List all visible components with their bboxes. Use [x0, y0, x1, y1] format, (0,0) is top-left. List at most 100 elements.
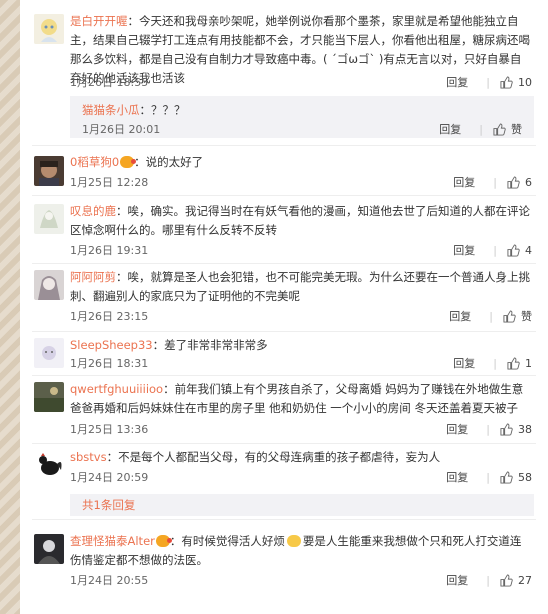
avatar[interactable] — [34, 156, 64, 186]
sub-reply-actions: 回复 | 赞 — [439, 121, 522, 137]
comment-item: SleepSheep33：差了非常非常非常多 1月26日 18:31 回复 | … — [20, 332, 548, 376]
thumbs-up-icon — [500, 75, 513, 89]
like-button[interactable]: 58 — [500, 471, 532, 484]
thumbs-up-icon — [507, 356, 520, 370]
comment-actions: 回复 | 赞 — [449, 308, 532, 324]
comment-time: 1月26日 18:31 — [70, 357, 149, 370]
like-count: 4 — [525, 243, 532, 257]
more-replies-link[interactable]: 共1条回复 — [82, 497, 135, 513]
comment-time: 1月26日 18:55 — [70, 76, 149, 89]
action-separator: | — [486, 422, 490, 436]
thumbs-up-icon — [507, 243, 520, 257]
thumbs-up-icon — [500, 573, 513, 587]
action-separator: | — [493, 356, 497, 370]
like-count: 38 — [518, 422, 532, 436]
comment-actions: 回复 | 10 — [446, 74, 532, 90]
comment-time: 1月26日 19:31 — [70, 244, 149, 257]
action-separator: | — [486, 470, 490, 484]
comment-body: 0稻草狗0 ：说的太好了 — [70, 153, 532, 172]
comment-time: 1月24日 20:59 — [70, 471, 149, 484]
comment-item: 阿阿阿剪：唉，就算是圣人也会犯错，也不可能完美无瑕。为什么还要在一个普通人身上挑… — [20, 264, 548, 332]
comment-text: ：唉，就算是圣人也会犯错，也不可能完美无瑕。为什么还要在一个普通人身上挑刺、翻遍… — [70, 270, 530, 303]
like-button[interactable]: 27 — [500, 574, 532, 587]
comment-actions: 回复 | 6 — [453, 174, 532, 190]
comment-username[interactable]: qwertfghuuiiiioo — [70, 382, 163, 396]
comment-list: 是白开开喔：今天还和我母亲吵架呢，她举例说你看那个墨茶，家里就是希望他能独立自主… — [20, 0, 548, 614]
avatar[interactable] — [34, 270, 64, 300]
action-separator: | — [486, 75, 490, 89]
sub-reply-button[interactable]: 回复 — [439, 121, 461, 137]
comment-item: 叹息的鹿：唉，确实。我记得当时在有妖气看他的漫画，知道他去世了后知道的人都在评论… — [20, 196, 548, 264]
like-button[interactable]: 赞 — [503, 308, 532, 324]
like-count: 10 — [518, 75, 532, 89]
avatar[interactable] — [34, 204, 64, 234]
comment-username[interactable]: sbstvs — [70, 450, 107, 464]
comment-username[interactable]: 查理怪猫泰Alter — [70, 534, 155, 548]
comment-time: 1月26日 23:15 — [70, 310, 149, 323]
comment-item: 查理怪猫泰Alter ：有时候觉得活人好烦 要是人生能重来我想做个只和死人打交道连伤… — [20, 520, 548, 614]
thumbs-up-icon — [500, 470, 513, 484]
vip-badge-icon — [120, 156, 137, 168]
action-separator: | — [479, 122, 483, 136]
reply-button[interactable]: 回复 — [453, 174, 475, 190]
comment-username[interactable]: 阿阿阿剪 — [70, 270, 116, 284]
comment-text: ：唉，确实。我记得当时在有妖气看他的漫画，知道他去世了后知道的人都在评论区悼念啊… — [70, 204, 530, 237]
comment-username[interactable]: 叹息的鹿 — [70, 204, 116, 218]
comment-actions: 回复 | 38 — [446, 421, 532, 437]
sub-reply-username[interactable]: 猫猫条小瓜 — [82, 103, 140, 117]
page-background-left — [0, 0, 20, 614]
vip-badge-icon — [155, 535, 172, 547]
action-separator: | — [493, 243, 497, 257]
action-separator: | — [486, 573, 490, 587]
emoji-icon — [286, 535, 301, 547]
comment-body: sbstvs：不是每个人都配当父母，有的父母连病重的孩子都虐待，妄为人 — [70, 448, 532, 467]
comment-actions: 回复 | 27 — [446, 572, 532, 588]
comment-item: 是白开开喔：今天还和我母亲吵架呢，她举例说你看那个墨茶，家里就是希望他能独立自主… — [20, 0, 548, 146]
reply-button[interactable]: 回复 — [446, 74, 468, 90]
sub-reply-time: 1月26日 20:01 — [82, 123, 161, 136]
comment-username[interactable]: SleepSheep33 — [70, 338, 153, 352]
like-button[interactable]: 1 — [507, 357, 532, 370]
sub-like-label: 赞 — [511, 123, 522, 136]
more-replies-box: 共1条回复 — [70, 494, 534, 516]
like-count: 58 — [518, 470, 532, 484]
reply-button[interactable]: 回复 — [446, 421, 468, 437]
comment-actions: 回复 | 58 — [446, 469, 532, 485]
reply-button[interactable]: 回复 — [446, 572, 468, 588]
reply-button[interactable]: 回复 — [446, 469, 468, 485]
comment-actions: 回复 | 1 — [453, 355, 532, 371]
avatar[interactable] — [34, 382, 64, 412]
avatar[interactable] — [34, 14, 64, 44]
comment-time: 1月25日 12:28 — [70, 176, 149, 189]
comment-actions: 回复 | 4 — [453, 242, 532, 258]
sub-reply-text: ：？？？ — [139, 103, 186, 117]
like-button[interactable]: 4 — [507, 244, 532, 257]
comment-username[interactable]: 0稻草狗0 — [70, 155, 119, 169]
like-button[interactable]: 10 — [500, 76, 532, 89]
avatar[interactable] — [34, 338, 64, 368]
comment-text: ：差了非常非常非常多 — [152, 338, 268, 352]
sub-reply-body: 猫猫条小瓜：？？？ — [82, 102, 186, 118]
avatar[interactable] — [34, 450, 64, 480]
comment-body: 阿阿阿剪：唉，就算是圣人也会犯错，也不可能完美无瑕。为什么还要在一个普通人身上挑… — [70, 268, 532, 306]
comment-body: 叹息的鹿：唉，确实。我记得当时在有妖气看他的漫画，知道他去世了后知道的人都在评论… — [70, 202, 532, 240]
reply-button[interactable]: 回复 — [453, 355, 475, 371]
comment-body: 查理怪猫泰Alter ：有时候觉得活人好烦 要是人生能重来我想做个只和死人打交道连伤… — [70, 532, 532, 570]
comment-item: sbstvs：不是每个人都配当父母，有的父母连病重的孩子都虐待，妄为人 1月24… — [20, 444, 548, 520]
thumbs-up-icon — [493, 122, 506, 136]
like-button[interactable]: 6 — [507, 176, 532, 189]
like-button[interactable]: 38 — [500, 423, 532, 436]
like-count: 1 — [525, 356, 532, 370]
comment-body: qwertfghuuiiiioo：前年我们镇上有个男孩自杀了，父母离婚 妈妈为了… — [70, 380, 532, 418]
comment-username[interactable]: 是白开开喔 — [70, 14, 128, 28]
reply-button[interactable]: 回复 — [449, 308, 471, 324]
reply-button[interactable]: 回复 — [453, 242, 475, 258]
thumbs-up-icon — [503, 309, 516, 323]
avatar[interactable] — [34, 534, 64, 564]
sub-like-button[interactable]: 赞 — [493, 121, 522, 137]
action-separator: | — [493, 175, 497, 189]
comment-time: 1月25日 13:36 — [70, 423, 149, 436]
thumbs-up-icon — [507, 175, 520, 189]
comment-item: 0稻草狗0 ：说的太好了 1月25日 12:28 回复 | 6 — [20, 146, 548, 196]
comment-text: ：不是每个人都配当父母，有的父母连病重的孩子都虐待，妄为人 — [106, 450, 441, 464]
